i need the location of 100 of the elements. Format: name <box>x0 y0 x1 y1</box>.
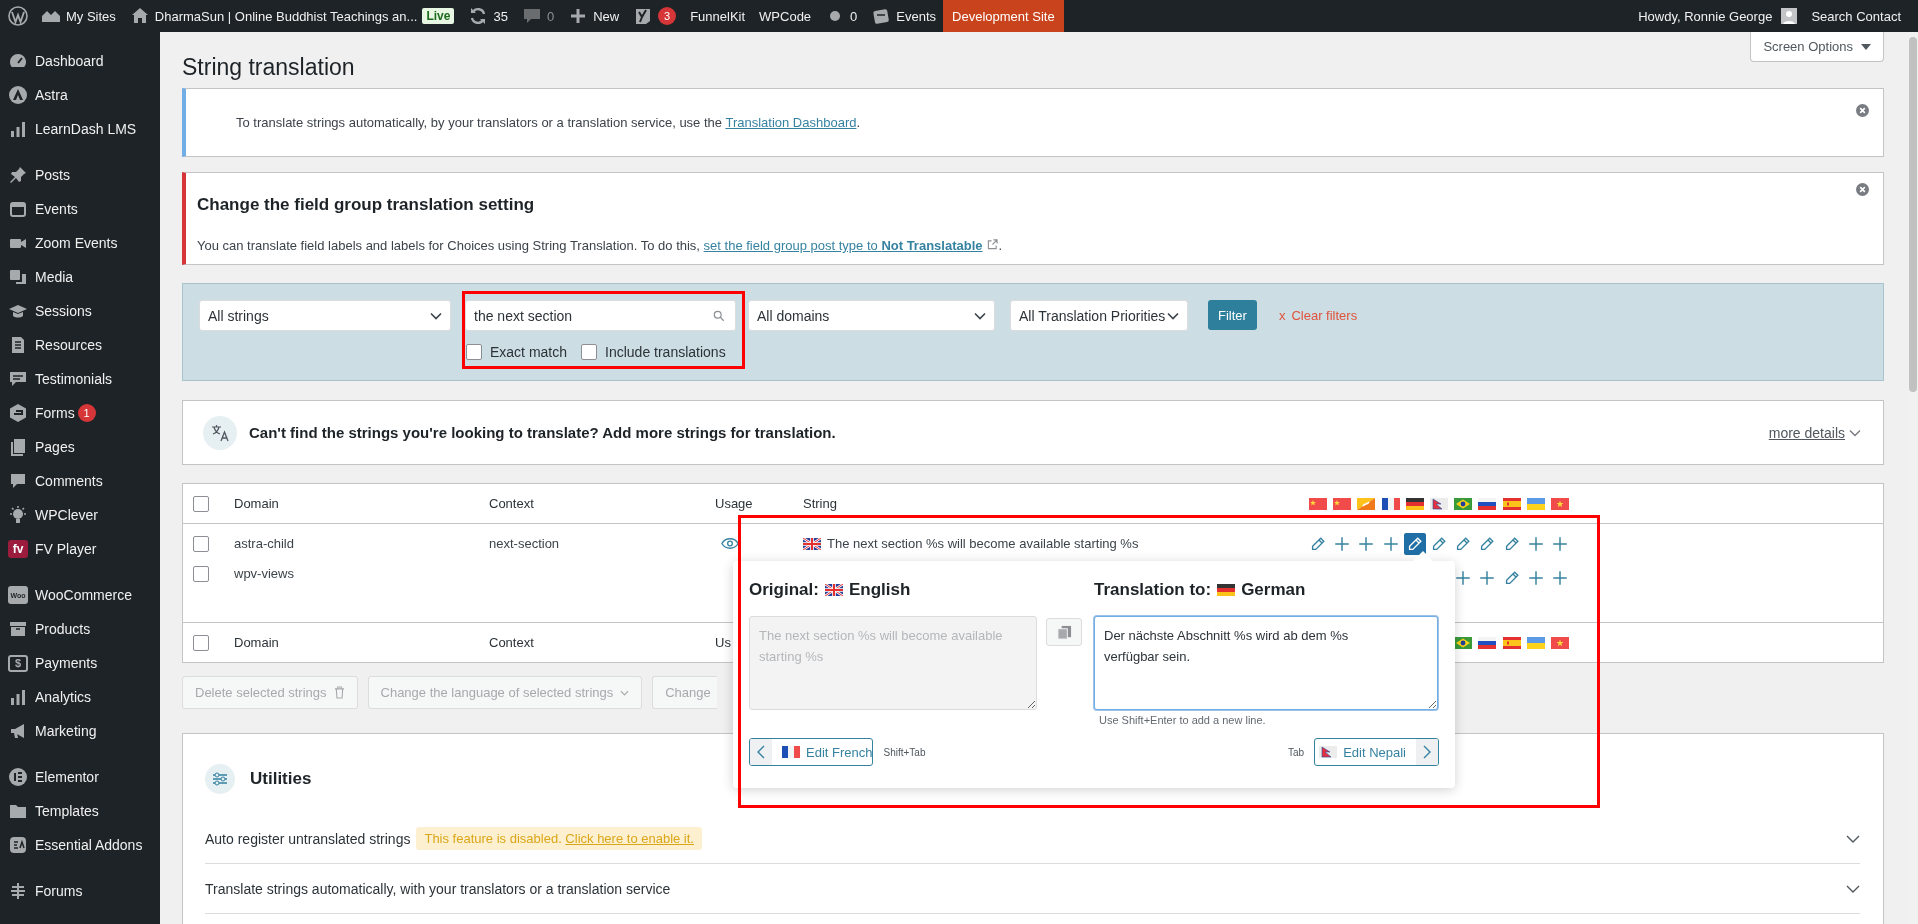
external-link-icon <box>986 239 998 250</box>
menu-item[interactable]: Astra <box>0 78 160 112</box>
menu-item[interactable]: Resources <box>0 328 160 362</box>
more-details-link[interactable]: more details <box>1768 424 1861 441</box>
menu-item[interactable]: Events <box>0 192 160 226</box>
checkbox[interactable] <box>193 634 209 651</box>
plus-icon <box>1526 534 1545 553</box>
page-title: String translation <box>182 53 355 82</box>
chevron-right-icon <box>1423 745 1431 759</box>
logo-badge: fv <box>8 540 28 558</box>
pencil-icon <box>1430 534 1449 553</box>
toolbar-item[interactable]: 0 <box>818 0 865 32</box>
toolbar-item[interactable]: WPCode <box>752 0 819 32</box>
menu-item[interactable]: Testimonials <box>0 362 160 396</box>
select-field[interactable]: All strings <box>199 300 451 331</box>
filter-button[interactable]: Filter <box>1208 300 1257 330</box>
scrollbar-thumb[interactable] <box>1909 37 1917 392</box>
menu-item[interactable]: Marketing <box>0 714 160 748</box>
copy-button[interactable] <box>1046 618 1082 646</box>
menu-item[interactable]: Dashboard <box>0 44 160 78</box>
eye-icon[interactable] <box>721 537 739 550</box>
close-icon[interactable] <box>1856 183 1869 196</box>
flag-icon <box>1217 584 1236 596</box>
menu-item[interactable]: Forms 1 <box>0 396 160 430</box>
next-language-button[interactable]: Edit Nepali <box>1314 738 1439 766</box>
menu-item[interactable]: Products <box>0 612 160 646</box>
toolbar-item[interactable]: Events <box>864 0 944 32</box>
status-badge: Live <box>422 8 455 24</box>
column-header[interactable]: Domain <box>234 496 279 511</box>
menu-item[interactable]: Zoom Events <box>0 226 160 260</box>
caret-icon <box>974 311 986 320</box>
menu-item[interactable]: Comments <box>0 464 160 498</box>
column-header[interactable]: Context <box>489 496 534 511</box>
plus-icon <box>1454 569 1473 587</box>
menu-item[interactable]: Essential Addons <box>0 828 160 862</box>
checkbox[interactable] <box>581 344 598 360</box>
caret-icon <box>430 311 442 320</box>
flag-icon <box>1405 497 1424 510</box>
toolbar-item[interactable]: Development Site <box>943 0 1064 32</box>
toolbar-item[interactable]: Search Contact <box>1804 0 1908 32</box>
column-header[interactable]: Domain <box>234 635 279 650</box>
search-field[interactable]: the next section <box>465 300 736 331</box>
checkbox[interactable] <box>193 566 209 582</box>
menu-item[interactable]: Elementor <box>0 760 160 794</box>
column-header[interactable]: String <box>803 496 837 511</box>
flag-icon <box>1550 497 1569 510</box>
toolbar-item[interactable]: FunnelKit <box>683 0 753 32</box>
screen-options-button[interactable]: Screen Options <box>1750 32 1884 62</box>
language-name: German <box>1241 580 1306 600</box>
column-header[interactable]: Context <box>489 635 534 650</box>
shortcut-hint: Shift+Tab <box>883 746 926 758</box>
menu-item[interactable]: Pages <box>0 430 160 464</box>
toolbar-item[interactable]: New <box>561 0 627 32</box>
count-badge: 3 <box>658 7 677 25</box>
hint-text: Use Shift+Enter to add a new line. <box>1098 714 1267 726</box>
link[interactable]: set the field group post type to Not Translatable <box>703 238 983 253</box>
list-icon <box>8 881 28 901</box>
menu-item[interactable]: Forums <box>0 874 160 908</box>
toolbar-item[interactable]: 3 <box>626 0 684 32</box>
menu-item[interactable]: Media <box>0 260 160 294</box>
menu-item[interactable]: fv FV Player <box>0 532 160 566</box>
menu-item[interactable]: $ Payments <box>0 646 160 680</box>
edit-translation-button[interactable] <box>1403 532 1426 555</box>
hexagon-logo-icon <box>8 403 28 423</box>
pages-icon <box>8 437 28 457</box>
select-field[interactable]: All domains <box>748 300 995 331</box>
menu-item[interactable]: Analytics <box>0 680 160 714</box>
select-field[interactable]: All Translation Priorities <box>1010 300 1188 331</box>
column-header[interactable]: Us <box>715 635 731 650</box>
shortcut-hint: Tab <box>1288 746 1305 758</box>
previous-language-button[interactable]: Edit French <box>749 738 874 766</box>
close-icon[interactable] <box>1856 104 1869 117</box>
bar-chart-icon <box>8 687 28 707</box>
menu-item[interactable]: Templates <box>0 794 160 828</box>
checkbox[interactable] <box>193 495 209 512</box>
menu-item[interactable]: Posts <box>0 158 160 192</box>
row-label: Translate strings automatically, with your translators or a translation service <box>205 880 671 897</box>
accordion-row[interactable]: Translate strings automatically, with your translators or a translation service <box>205 864 1860 914</box>
column-header[interactable]: Usage <box>715 496 753 511</box>
menu-item[interactable]: Sessions <box>0 294 160 328</box>
translation-field[interactable]: Der nächste Abschnitt %s wird ab dem %s verfügbar sein. <box>1094 616 1438 710</box>
notice-text: To translate strings automatically, by your translators or a translation service, use the Translation Dashboard. <box>236 114 862 132</box>
count-badge: 1 <box>77 404 96 422</box>
account-menu[interactable]: Howdy, Ronnie George <box>1631 0 1805 32</box>
menu-item[interactable]: WPClever <box>0 498 160 532</box>
toolbar-item[interactable]: DharmaSun | Online Buddhist Teachings an... Live <box>122 0 462 32</box>
notice-text: You can translate field labels and labels for Choices using String Translation. To do this, set the field group post type to Not Translatable . <box>197 237 1004 255</box>
comment-icon <box>521 6 542 26</box>
checkbox[interactable] <box>193 535 209 552</box>
accordion-row[interactable]: Auto register untranslated strings This feature is disabled. Click here to enable it. <box>205 814 1860 864</box>
toolbar-item[interactable]: 35 <box>461 0 515 32</box>
flag-icon <box>1478 497 1497 510</box>
menu-item[interactable]: LearnDash LMS <box>0 112 160 146</box>
toolbar-item[interactable]: 0 <box>514 0 562 32</box>
clear-mark: x <box>1278 308 1286 323</box>
disabled-notice: This feature is disabled. Click here to enable it. <box>416 827 702 850</box>
circle-logo-icon <box>8 85 28 105</box>
wordpress-logo-icon[interactable] <box>8 6 28 26</box>
checkbox[interactable] <box>466 344 482 360</box>
toolbar-item[interactable]: My Sites <box>34 0 123 32</box>
